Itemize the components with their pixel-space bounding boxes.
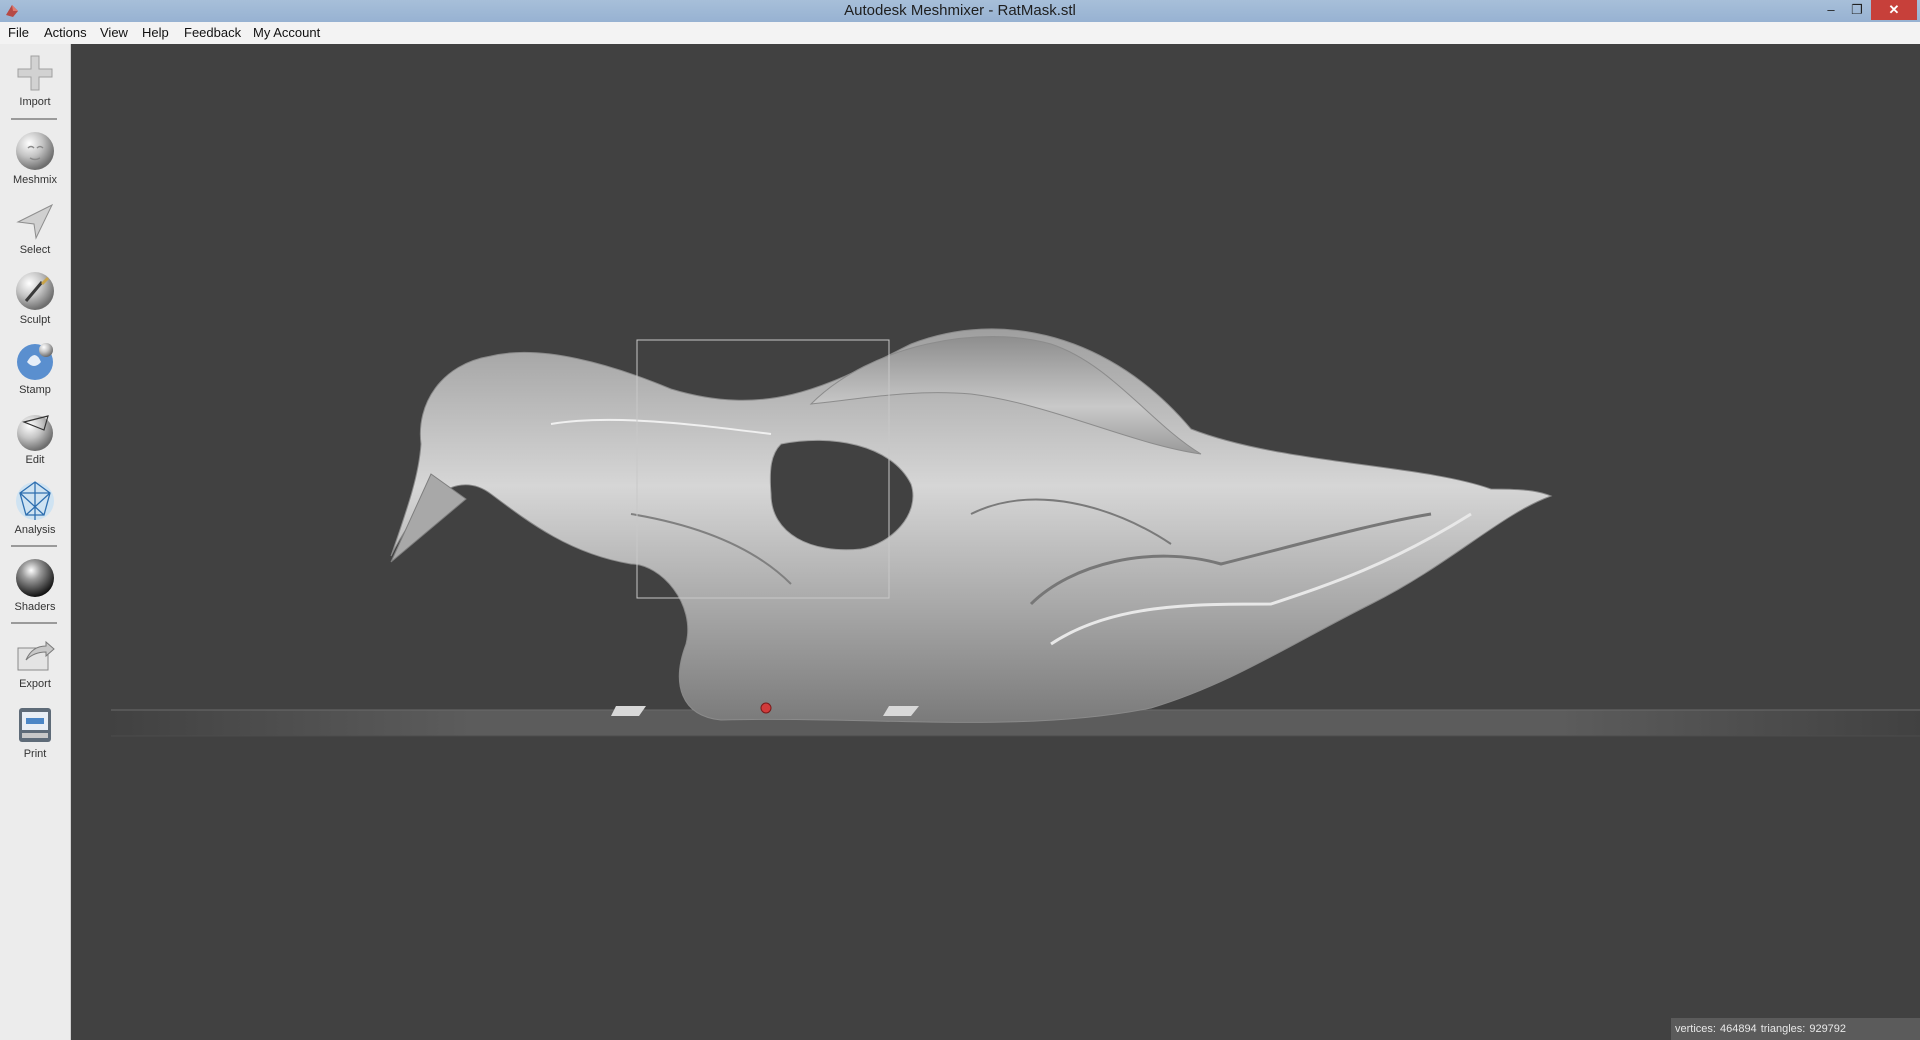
pivot-point-handle[interactable]: [760, 702, 772, 714]
edit-button[interactable]: Edit: [0, 410, 70, 466]
analysis-label: Analysis: [14, 524, 56, 536]
minimize-button[interactable]: –: [1818, 0, 1844, 20]
scene-canvas[interactable]: [71, 44, 1920, 1040]
meshmix-face-icon: [16, 132, 54, 170]
sculpt-button[interactable]: Sculpt: [0, 270, 70, 326]
maximize-button[interactable]: ❐: [1844, 0, 1870, 20]
print-label: Print: [23, 748, 47, 760]
window-title: Autodesk Meshmixer - RatMask.stl: [844, 2, 1076, 19]
left-toolbar: Import Meshmix Select Sculpt Stamp Edit …: [0, 44, 71, 1040]
shaders-button[interactable]: Shaders: [0, 557, 70, 613]
select-label: Select: [19, 244, 51, 256]
toolbar-divider: [11, 622, 57, 624]
toolbar-divider: [11, 545, 57, 547]
menu-actions[interactable]: Actions: [44, 25, 87, 40]
shaders-label: Shaders: [14, 601, 56, 613]
export-icon: [17, 640, 55, 671]
menu-view[interactable]: View: [100, 25, 128, 40]
meshmix-button[interactable]: Meshmix: [0, 130, 70, 186]
print-button[interactable]: Print: [0, 704, 70, 760]
select-button[interactable]: Select: [0, 200, 70, 256]
menu-help[interactable]: Help: [142, 25, 169, 40]
menu-feedback[interactable]: Feedback: [184, 25, 241, 40]
triangles-count: 929792: [1809, 1023, 1847, 1035]
meshmix-label: Meshmix: [12, 174, 57, 186]
close-button[interactable]: ✕: [1871, 0, 1917, 20]
edit-sphere-icon: [17, 415, 53, 451]
export-label: Export: [19, 678, 51, 690]
printer-icon: [19, 708, 51, 742]
analysis-sphere-icon: [16, 481, 54, 520]
menu-file[interactable]: File: [8, 25, 29, 40]
vertices-count: 464894: [1719, 1023, 1757, 1035]
import-label: Import: [19, 96, 51, 108]
analysis-button[interactable]: Analysis: [0, 480, 70, 536]
plus-icon: [17, 55, 53, 91]
edit-label: Edit: [25, 454, 45, 466]
stamp-button[interactable]: Stamp: [0, 340, 70, 396]
arrow-select-icon: [16, 203, 54, 240]
sculpt-label: Sculpt: [19, 314, 51, 326]
import-button[interactable]: Import: [0, 52, 70, 108]
export-button[interactable]: Export: [0, 634, 70, 690]
stamp-label: Stamp: [19, 384, 51, 396]
brush-icon: [16, 272, 54, 310]
3d-viewport[interactable]: [71, 44, 1920, 1040]
shader-sphere-icon: [16, 559, 54, 597]
vertices-label: vertices:: [1675, 1023, 1716, 1035]
mask-mesh[interactable]: [390, 328, 1553, 723]
menu-my-account[interactable]: My Account: [253, 25, 320, 40]
menu-bar: File Actions View Help Feedback My Accou…: [0, 22, 1920, 45]
title-bar: Autodesk Meshmixer - RatMask.stl – ❐ ✕: [0, 0, 1920, 22]
triangles-label: triangles:: [1760, 1023, 1806, 1035]
stamp-icon: [17, 343, 53, 380]
toolbar-divider: [11, 118, 57, 120]
mesh-stats: vertices: 464894 triangles: 929792: [1671, 1018, 1920, 1040]
